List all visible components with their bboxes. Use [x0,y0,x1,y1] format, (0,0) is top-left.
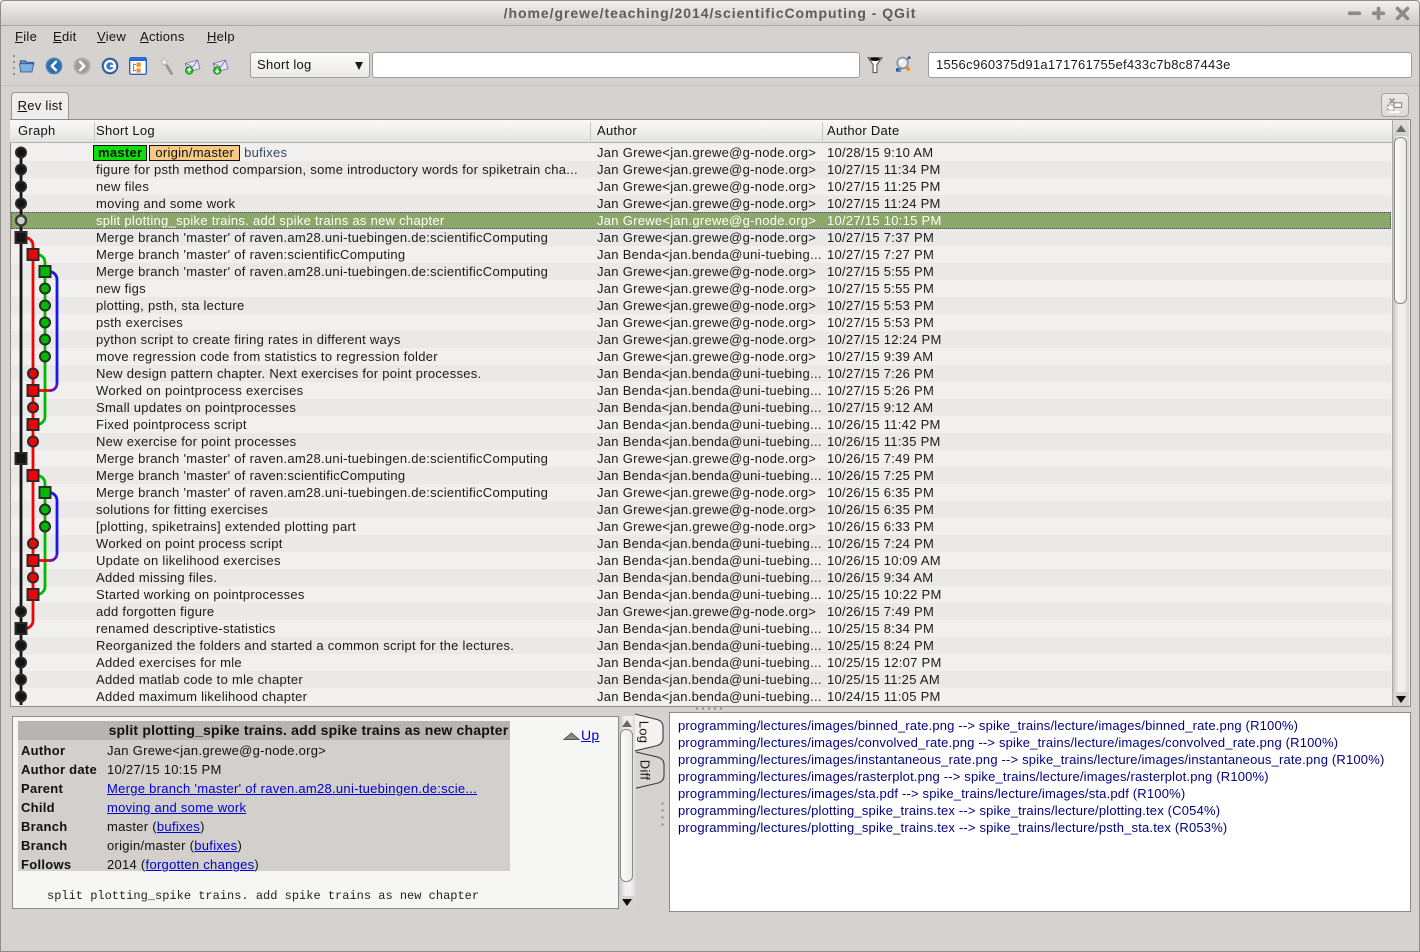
svg-text:Diff: Diff [638,760,653,781]
svg-text:Log: Log [637,721,652,744]
